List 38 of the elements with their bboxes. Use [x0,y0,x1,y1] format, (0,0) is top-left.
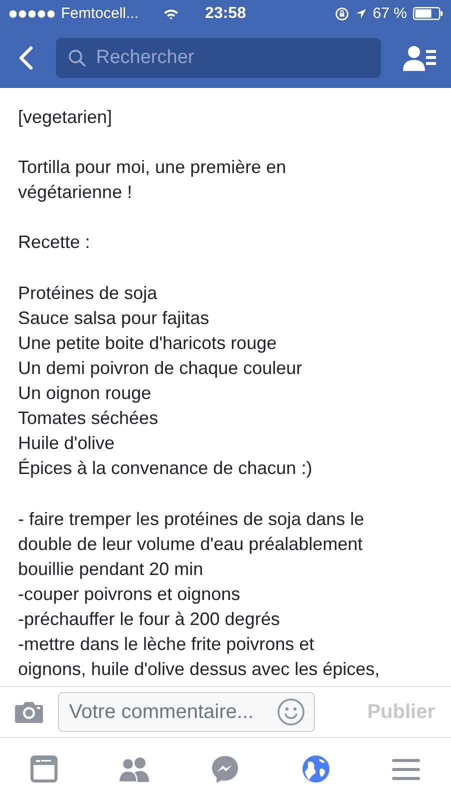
rotation-lock-icon [334,6,349,20]
post-text-line: Huile d'olive [18,432,116,456]
search-field[interactable]: Rechercher [56,38,381,78]
messenger-tab-icon[interactable] [210,754,240,784]
post-text-line: [vegetarien] [18,106,114,129]
post-text-line: -couper poivrons et oignons [18,582,242,606]
post-text-line: bouillie pendant 20 min [18,558,204,581]
post-text-line: -mettre dans le lèche frite poivrons et [18,632,316,656]
friend-requests-icon[interactable] [403,44,437,72]
comment-field[interactable]: Votre commentaire... [58,692,315,732]
menu-tab-icon[interactable] [390,757,421,781]
post-text-line: Une petite boite d'haricots rouge [18,332,278,355]
post-text-line: double de leur volume d'eau préalablement [18,532,364,556]
camera-icon[interactable] [14,700,44,724]
battery-percent: 67 % [372,5,407,22]
friends-tab-icon[interactable] [118,756,150,782]
back-button[interactable] [18,46,34,70]
wifi-icon [162,8,179,20]
post-text-line: -préchauffer le four à 200 degrés [18,608,281,631]
emoji-icon[interactable] [277,698,305,726]
post-text-line: Un oignon rouge [18,382,152,406]
battery-icon [413,7,443,20]
carrier-name: Femtocell... [61,5,139,22]
post-text-line: oignons, huile d'olive dessus avec les épices, [18,658,381,682]
post-text-line: Tomates séchées [18,407,160,430]
post-text-line: Recette : [18,231,92,254]
post-text-line: Épices à la convenance de chacun :) [18,457,314,480]
clock-time: 23:58 [205,4,246,22]
post-text-line: Un demi poivron de chaque couleur [18,356,304,380]
globe-tab-icon[interactable] [300,754,331,784]
feed-tab-icon[interactable] [30,755,58,783]
signal-icon [9,10,57,18]
post-text-line: - faire tremper les protéines de soja dans le [18,508,366,531]
location-arrow-icon [354,8,367,20]
post-text-line: Protéines de soja [18,282,158,305]
post-text-line: végétarienne ! [18,181,134,204]
post-text-line: Sauce salsa pour fajitas [18,306,210,330]
post-text-line: Tortilla pour moi, une première en [18,156,288,180]
